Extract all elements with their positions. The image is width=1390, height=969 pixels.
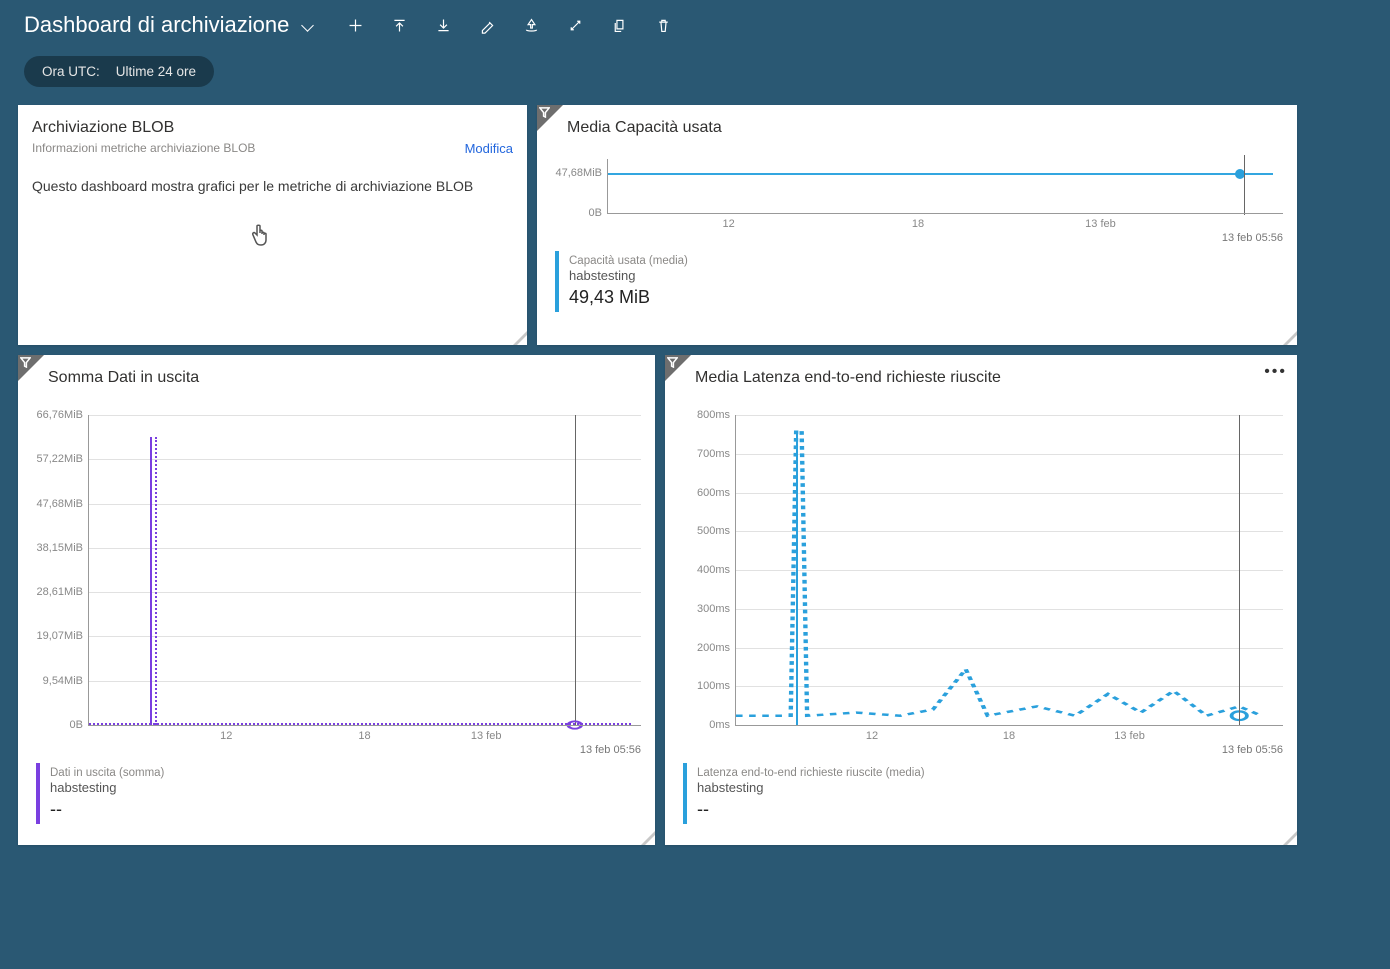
y-tick: 19,07MiB [27,630,83,642]
time-range-pill[interactable]: Ora UTC: Ultime 24 ore [24,56,214,87]
add-icon[interactable] [346,16,364,34]
x-tick: 18 [912,218,924,230]
upload-icon[interactable] [390,16,408,34]
y-tick: 300ms [674,603,730,615]
delete-icon[interactable] [654,16,672,34]
dashboard-header: Dashboard di archiviazione [0,0,1390,38]
dashboard-toolbar [346,16,672,34]
edit-icon[interactable] [478,16,496,34]
resize-handle-icon[interactable] [513,331,527,345]
time-range-label: Ora UTC: [42,64,100,79]
y-tick: 600ms [674,487,730,499]
dashboard-grid: Archiviazione BLOB Informazioni metriche… [0,105,1390,863]
y-tick: 9,54MiB [27,675,83,687]
y-tick: 47,68MiB [27,498,83,510]
fullscreen-icon[interactable] [566,16,584,34]
share-icon[interactable] [522,16,540,34]
filter-corner-icon[interactable] [665,355,691,381]
chart-series-line [736,415,1283,725]
legend: Dati in uscita (somma) habstesting -- [36,763,641,824]
legend: Capacità usata (media) habstesting 49,43… [555,251,1283,312]
dashboard-title-dropdown[interactable]: Dashboard di archiviazione [24,12,326,38]
egress-chart: 66,76MiB 57,22MiB 47,68MiB 38,15MiB 28,6… [88,415,641,725]
latency-chart: 800ms 700ms 600ms 500ms 400ms 300ms 200m… [735,415,1283,725]
tile-latency[interactable]: ••• Media Latenza end-to-end richieste r… [665,355,1297,845]
legend: Latenza end-to-end richieste riuscite (m… [683,763,1283,824]
legend-resource: habstesting [697,780,1283,795]
tile-title: Somma Dati in uscita [48,369,641,387]
tile-body-text: Questo dashboard mostra grafici per le m… [32,178,513,194]
y-tick: 57,22MiB [27,453,83,465]
y-tick: 0B [546,207,602,219]
tile-title: Media Latenza end-to-end richieste riusc… [695,369,1283,387]
x-tick: 12 [220,730,232,742]
tile-capacity[interactable]: Media Capacità usata 47,68MiB 0B 12 18 1… [537,105,1297,345]
resize-handle-icon[interactable] [1283,331,1297,345]
legend-metric: Latenza end-to-end richieste riuscite (m… [697,767,1283,779]
tile-blob-info[interactable]: Archiviazione BLOB Informazioni metriche… [18,105,527,345]
tile-title: Archiviazione BLOB [32,119,513,137]
pointer-cursor-icon [248,223,270,255]
y-tick: 200ms [674,642,730,654]
legend-value: -- [697,799,1283,820]
y-tick: 800ms [674,409,730,421]
y-tick: 400ms [674,564,730,576]
tile-egress[interactable]: Somma Dati in uscita 66,76MiB 57,22MiB 4… [18,355,655,845]
y-tick: 500ms [674,525,730,537]
x-tick: 13 feb [471,730,502,742]
legend-resource: habstesting [569,268,1283,283]
tile-title: Media Capacità usata [567,119,1283,137]
resize-handle-icon[interactable] [641,831,655,845]
y-tick: 28,61MiB [27,586,83,598]
filter-corner-icon[interactable] [537,105,563,131]
x-tick: 12 [723,218,735,230]
x-tick: 12 [866,730,878,742]
download-icon[interactable] [434,16,452,34]
y-tick: 700ms [674,448,730,460]
resize-handle-icon[interactable] [1283,831,1297,845]
edit-link[interactable]: Modifica [465,141,513,156]
x-marker-label: 13 feb 05:56 [1222,232,1283,244]
y-tick: 38,15MiB [27,542,83,554]
legend-metric: Dati in uscita (somma) [50,767,641,779]
x-tick: 18 [358,730,370,742]
y-tick: 100ms [674,680,730,692]
y-tick: 66,76MiB [27,409,83,421]
clone-icon[interactable] [610,16,628,34]
x-tick: 13 feb [1114,730,1145,742]
x-marker-label: 13 feb 05:56 [1222,744,1283,756]
x-marker-label: 13 feb 05:56 [580,744,641,756]
legend-metric: Capacità usata (media) [569,255,1283,267]
y-tick: 47,68MiB [546,167,602,179]
more-menu-icon[interactable]: ••• [1264,363,1287,381]
legend-resource: habstesting [50,780,641,795]
time-marker-line [1239,415,1240,725]
y-tick: 0ms [674,719,730,731]
y-tick: 0B [27,719,83,731]
legend-value: -- [50,799,641,820]
chart-series-line [608,173,1273,175]
time-marker-line [1244,155,1245,215]
time-range-value: Ultime 24 ore [116,64,196,79]
filter-corner-icon[interactable] [18,355,44,381]
x-tick: 13 feb [1085,218,1116,230]
tile-subtitle: Informazioni metriche archiviazione BLOB [32,141,255,156]
legend-value: 49,43 MiB [569,287,1283,308]
dashboard-title-text: Dashboard di archiviazione [24,12,289,37]
x-tick: 18 [1003,730,1015,742]
